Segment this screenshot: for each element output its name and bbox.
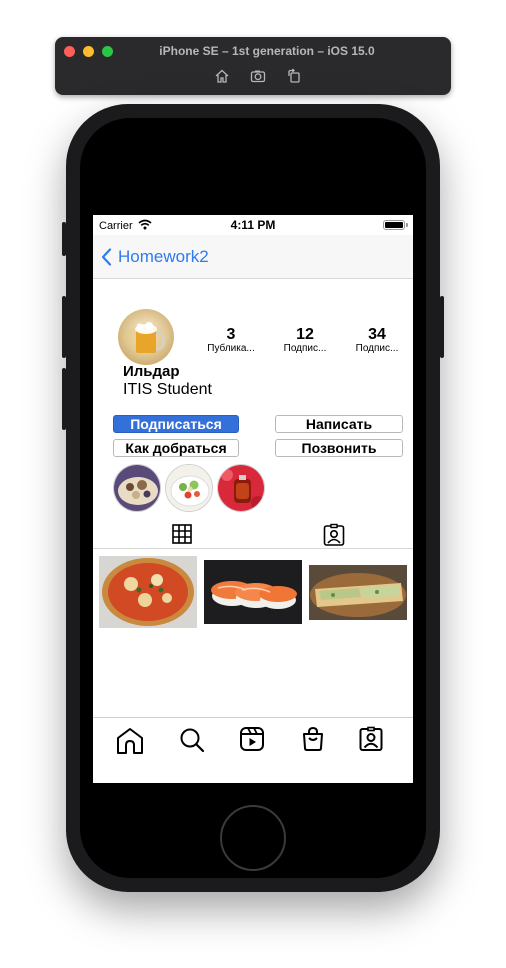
shop-bag-icon[interactable]	[300, 726, 326, 752]
volume-up-button	[62, 296, 66, 358]
battery-icon	[383, 220, 405, 230]
message-button[interactable]: Написать	[275, 415, 403, 433]
beer-mug-image	[118, 309, 174, 365]
pizza-image	[99, 556, 197, 628]
drink-highlight-image	[218, 465, 264, 511]
tagged-person-icon[interactable]	[322, 523, 346, 547]
back-button[interactable]: Homework2	[101, 247, 209, 267]
power-button	[440, 296, 444, 358]
profile-icon[interactable]	[358, 726, 384, 752]
post-pie[interactable]	[309, 565, 407, 620]
dish-highlight-image	[114, 465, 160, 511]
rotate-icon[interactable]	[286, 68, 302, 84]
story-highlight-1[interactable]	[113, 464, 161, 512]
story-highlight-2[interactable]	[165, 464, 213, 512]
status-time: 4:11 PM	[230, 218, 276, 232]
navigation-bar: Homework2	[93, 235, 413, 279]
post-pizza[interactable]	[99, 556, 197, 628]
sushi-image	[204, 560, 302, 624]
volume-down-button	[62, 368, 66, 430]
profile-bio: ITIS Student	[123, 381, 212, 398]
battery-tip	[406, 223, 408, 227]
pie-image	[309, 565, 407, 620]
call-button[interactable]: Позвонить	[275, 439, 403, 457]
reels-icon[interactable]	[239, 726, 265, 752]
search-icon[interactable]	[178, 726, 206, 754]
chevron-left-icon	[101, 248, 112, 266]
simulator-toolbar: iPhone SE – 1st generation – iOS 15.0	[55, 37, 451, 95]
story-highlight-3[interactable]	[217, 464, 265, 512]
salad-highlight-image	[166, 465, 212, 511]
post-sushi[interactable]	[204, 560, 302, 624]
home-icon[interactable]	[115, 726, 145, 756]
app-screen: Carrier 4:11 PM Homework2 3 Публика... 1…	[93, 215, 413, 783]
tabs-divider	[93, 548, 413, 549]
stat-posts[interactable]: 3 Публика...	[201, 327, 261, 355]
stat-followers[interactable]: 12 Подпис...	[275, 327, 335, 355]
home-icon[interactable]	[214, 68, 230, 84]
home-button[interactable]	[220, 805, 286, 871]
status-bar: Carrier 4:11 PM	[93, 215, 413, 235]
back-button-label: Homework2	[118, 247, 209, 266]
stat-following[interactable]: 34 Подпис...	[347, 327, 407, 355]
avatar[interactable]	[118, 309, 174, 365]
bottom-bar-divider	[93, 717, 413, 718]
grid-icon[interactable]	[171, 523, 193, 545]
subscribe-button[interactable]: Подписаться	[113, 415, 239, 433]
camera-icon[interactable]	[250, 68, 266, 84]
mute-switch	[62, 222, 66, 256]
directions-button[interactable]: Как добраться	[113, 439, 239, 457]
profile-name: Ильдар	[123, 363, 180, 380]
simulator-title: iPhone SE – 1st generation – iOS 15.0	[159, 44, 375, 58]
